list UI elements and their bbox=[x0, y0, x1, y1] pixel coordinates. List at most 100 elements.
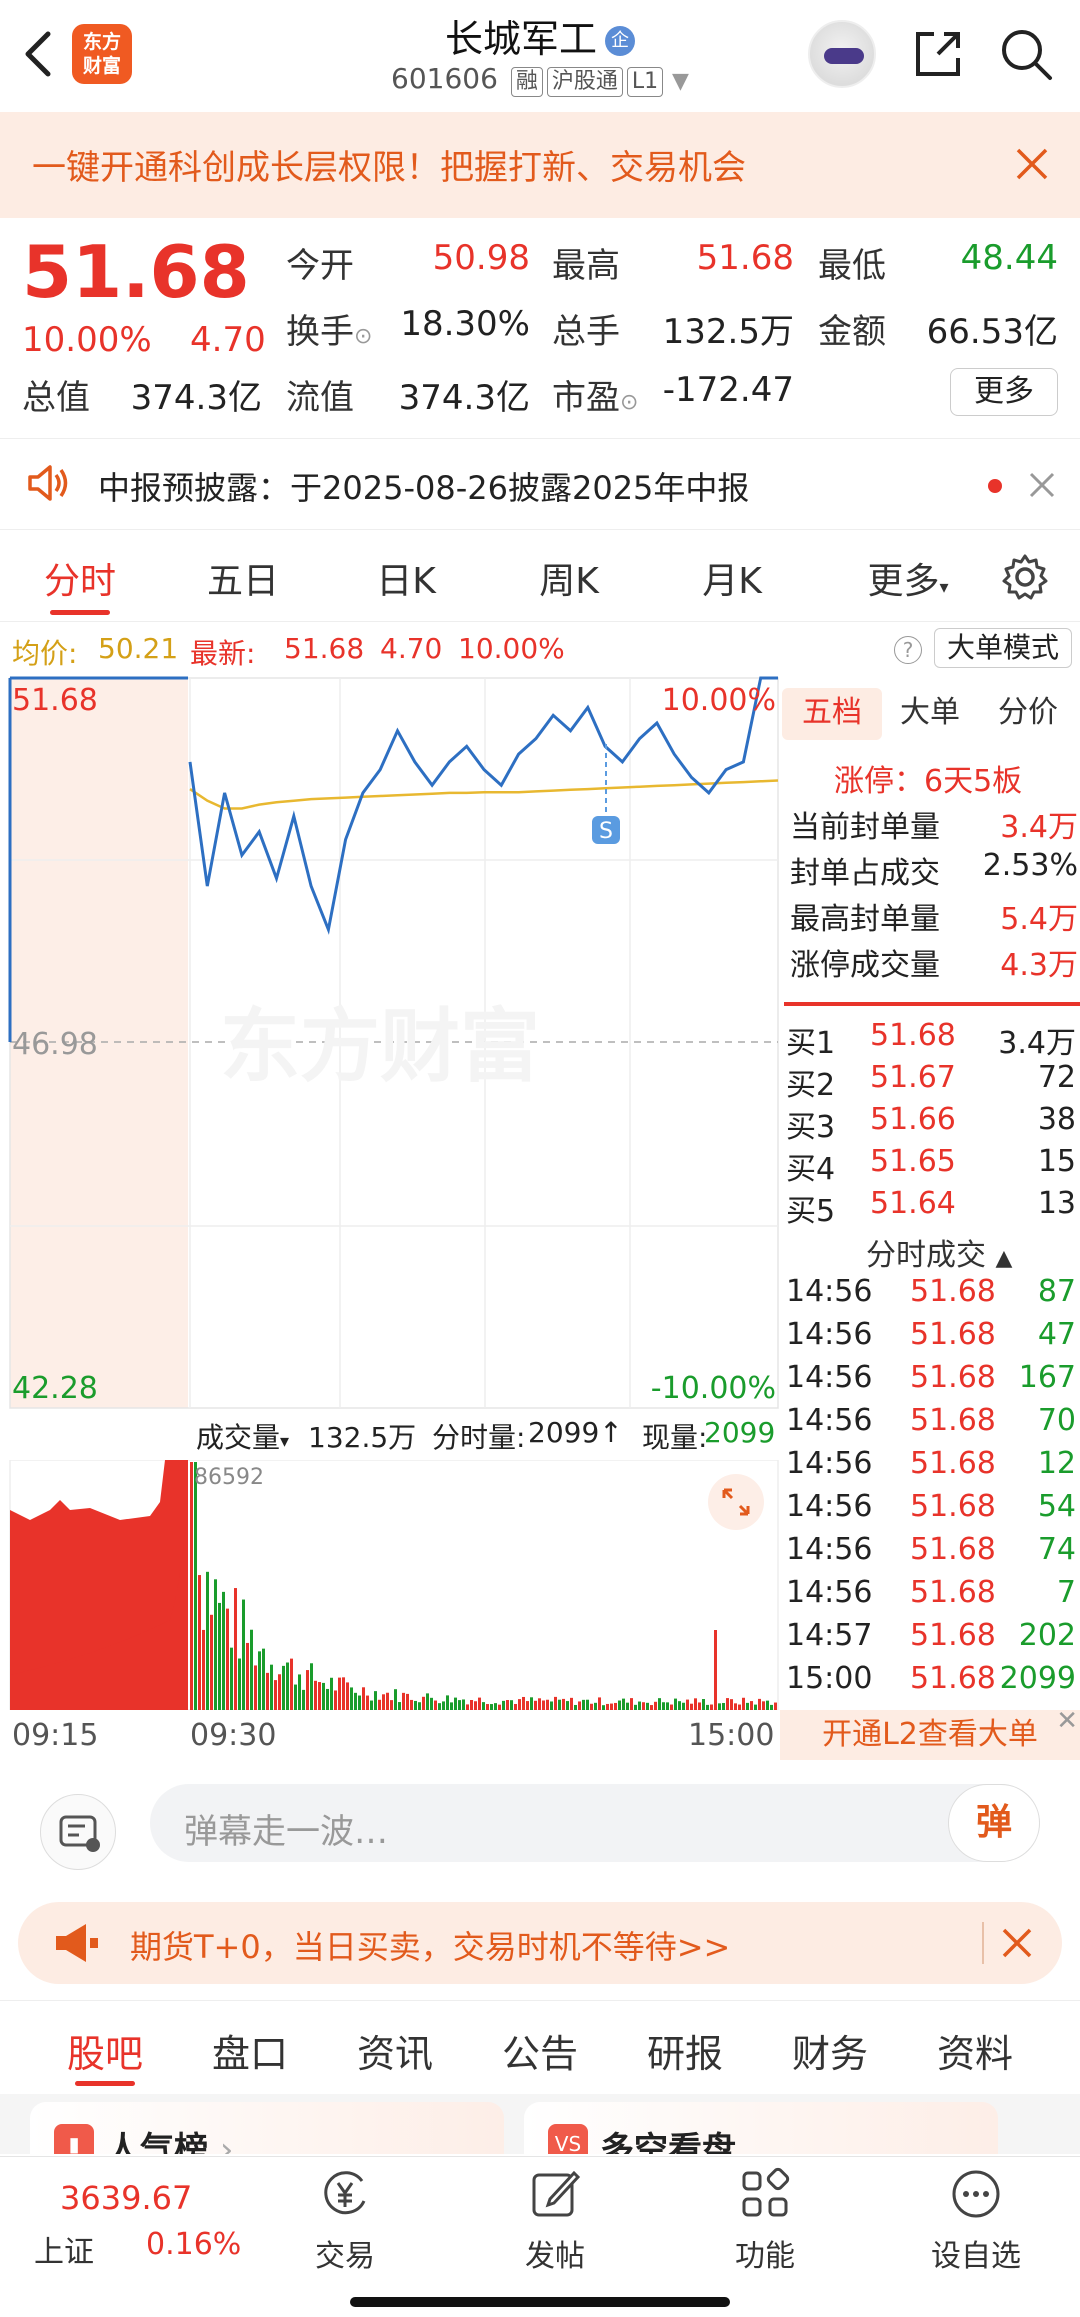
bid-level: 买3 bbox=[786, 1110, 836, 1145]
volume-bar bbox=[410, 1699, 413, 1710]
edit-icon bbox=[532, 2170, 581, 2217]
volume-bar bbox=[470, 1699, 473, 1710]
tab-more[interactable]: 更多▾ bbox=[838, 552, 978, 604]
volume-bar bbox=[190, 1462, 193, 1710]
dropdown-icon: ▾ bbox=[939, 577, 949, 598]
volume-bar bbox=[458, 1700, 461, 1710]
turnover-label[interactable]: 换手⊙ bbox=[286, 304, 372, 353]
tab-profile[interactable]: 资料 bbox=[915, 2023, 1035, 2078]
tab-five-level[interactable]: 五档 bbox=[782, 688, 882, 740]
nav-label: 交易 bbox=[315, 2239, 375, 2274]
volume-bar bbox=[758, 1698, 761, 1710]
help-icon[interactable]: ? bbox=[894, 636, 922, 664]
volume-bar bbox=[766, 1700, 769, 1710]
tick-time: 14:56 bbox=[786, 1274, 873, 1309]
turnover-label-text: 换手 bbox=[286, 312, 354, 352]
card-title: 多空看盘 bbox=[600, 2130, 736, 2154]
volume-chart[interactable]: 86592 bbox=[0, 1460, 780, 1710]
close-icon[interactable]: ✕ bbox=[1056, 1696, 1078, 1746]
more-button[interactable]: 更多 bbox=[950, 368, 1058, 416]
tab-weekly-k[interactable]: 周K bbox=[509, 552, 629, 604]
volume-bar bbox=[682, 1702, 685, 1710]
volume-bar bbox=[230, 1647, 233, 1710]
tab-daily-k[interactable]: 日K bbox=[346, 552, 466, 604]
chart-summary: 均价: 50.21 最新: 51.68 4.70 10.00% ? 大单模式 bbox=[0, 622, 1080, 674]
tab-price-split[interactable]: 分价 bbox=[978, 688, 1078, 740]
big-order-mode-button[interactable]: 大单模式 bbox=[934, 628, 1072, 668]
pct-axis-bottom: -10.00% bbox=[651, 1371, 776, 1406]
expand-button[interactable] bbox=[708, 1474, 764, 1530]
volume-bar bbox=[582, 1699, 585, 1710]
home-indicator[interactable] bbox=[350, 2297, 730, 2307]
tab-research[interactable]: 研报 bbox=[625, 2023, 745, 2078]
volume-bar bbox=[578, 1701, 581, 1710]
volume-header: 成交量▾ 132.5万 分时量: 2099↑ 现量: 2099 bbox=[0, 1408, 780, 1460]
volume-selector[interactable]: 成交量▾ bbox=[196, 1416, 289, 1456]
volume-bar bbox=[638, 1701, 641, 1710]
stat-row: 封单占成交 2.53% bbox=[790, 848, 1078, 894]
tab-intraday[interactable]: 分时 bbox=[20, 552, 140, 604]
ticks-toggle[interactable]: 分时成交 ▲ bbox=[866, 1230, 1012, 1274]
tab-finance[interactable]: 财务 bbox=[770, 2023, 890, 2078]
nav-post[interactable]: 发帖 bbox=[495, 2167, 615, 2275]
tick-time: 14:56 bbox=[786, 1403, 873, 1438]
index-ticker[interactable]: 3639.67 上证 0.16% bbox=[0, 2157, 260, 2287]
futures-promo[interactable]: 期货T+0，当日买卖，交易时机不等待>> bbox=[18, 1902, 1062, 1984]
volume-bar bbox=[254, 1665, 257, 1710]
close-icon[interactable] bbox=[1008, 140, 1056, 188]
volume-bar bbox=[346, 1682, 349, 1710]
volume-bar bbox=[734, 1703, 737, 1710]
volume-bar bbox=[334, 1690, 337, 1710]
index-percent: 0.16% bbox=[146, 2227, 242, 2262]
volume-bar bbox=[282, 1665, 285, 1710]
period-volume-value: 2099 bbox=[528, 1416, 600, 1449]
danmu-input[interactable]: 弹幕走一波… 弹 bbox=[150, 1784, 1040, 1862]
volume-bar bbox=[630, 1698, 633, 1710]
nav-trade[interactable]: 交易 bbox=[285, 2167, 405, 2275]
banner-text: 一键开通科创成长层权限！把握打新、交易机会 bbox=[32, 148, 746, 188]
stat-row: 涨停成交量 4.3万 bbox=[790, 940, 1078, 986]
tab-monthly-k[interactable]: 月K bbox=[672, 552, 792, 604]
stat-value: 4.3万 bbox=[1000, 948, 1078, 983]
close-icon[interactable] bbox=[1026, 469, 1058, 501]
pe-label[interactable]: 市盈⊙ bbox=[552, 370, 638, 419]
l2-upgrade-link[interactable]: 开通L2查看大单 ✕ bbox=[780, 1706, 1080, 1760]
tick-qty: 54 bbox=[1037, 1489, 1076, 1524]
share-icon[interactable] bbox=[910, 26, 966, 82]
nav-functions[interactable]: 功能 bbox=[705, 2167, 825, 2275]
danmu-toggle-button[interactable]: 弹 bbox=[948, 1784, 1040, 1862]
tab-forum[interactable]: 股吧 bbox=[45, 2023, 165, 2078]
volume-bar bbox=[642, 1702, 645, 1710]
tick-qty: 7 bbox=[1056, 1575, 1076, 1610]
gear-icon[interactable] bbox=[1000, 552, 1050, 602]
tab-announcements[interactable]: 公告 bbox=[480, 2023, 600, 2078]
tick-row: 14:56 51.68 167 bbox=[786, 1360, 1078, 1402]
nav-watchlist[interactable]: 设自选 bbox=[916, 2167, 1036, 2275]
assistant-avatar[interactable] bbox=[808, 20, 876, 88]
tab-big-order[interactable]: 大单 bbox=[880, 688, 980, 740]
close-icon[interactable] bbox=[998, 1924, 1036, 1962]
volume-bar bbox=[666, 1702, 669, 1710]
header: 东方财富 长城军工企 601606 融沪股通 L1 ▼ bbox=[0, 0, 1080, 112]
volume-bar bbox=[426, 1693, 429, 1710]
info-tabs: 股吧 盘口 资讯 公告 研报 财务 资料 bbox=[0, 2000, 1080, 2092]
time-axis: 09:15 09:30 15:00 bbox=[0, 1710, 780, 1760]
promo-banner[interactable]: 一键开通科创成长层权限！把握打新、交易机会 bbox=[0, 112, 1080, 218]
nav-label: 功能 bbox=[735, 2239, 795, 2274]
tab-market[interactable]: 盘口 bbox=[190, 2023, 310, 2078]
tick-time: 15:00 bbox=[786, 1661, 873, 1696]
bid-level: 买4 bbox=[786, 1152, 836, 1187]
comment-list-icon[interactable] bbox=[40, 1794, 116, 1870]
tab-5day[interactable]: 五日 bbox=[183, 552, 303, 604]
volume-bar bbox=[726, 1698, 729, 1710]
card-bull-bear[interactable]: VS 多空看盘 bbox=[524, 2102, 998, 2154]
volume-bar bbox=[278, 1674, 281, 1710]
volume-bar bbox=[594, 1702, 597, 1710]
tab-news[interactable]: 资讯 bbox=[335, 2023, 455, 2078]
earnings-notice[interactable]: 中报预披露：于2025-08-26披露2025年中报 bbox=[0, 438, 1080, 530]
stat-key: 涨停成交量 bbox=[790, 948, 940, 983]
volume-bar bbox=[678, 1701, 681, 1710]
card-popularity[interactable]: ▮ 人气榜 › bbox=[30, 2102, 504, 2154]
search-icon[interactable] bbox=[998, 26, 1054, 82]
volume-bar bbox=[462, 1699, 465, 1710]
